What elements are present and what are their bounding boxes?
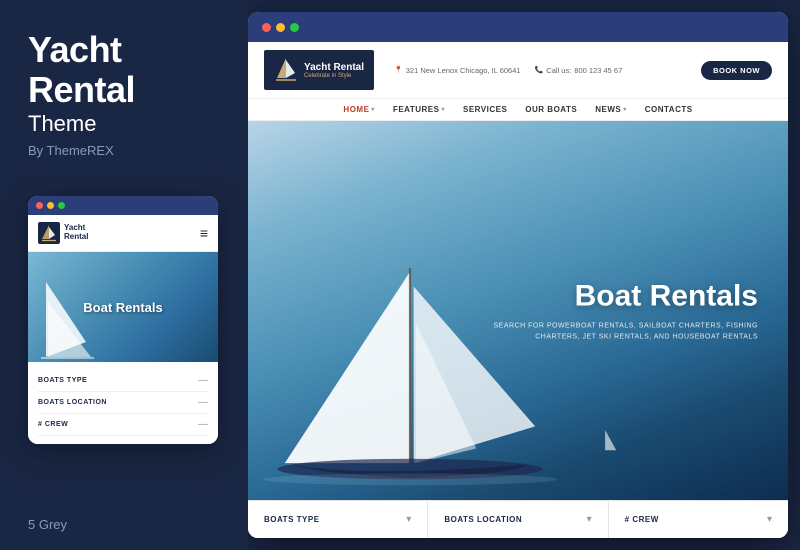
filter-boats-location[interactable]: BOATS LOCATION ▾ xyxy=(428,501,608,538)
hero-sub-text: SEARCH FOR POWERBOAT RENTALS, SAILBOAT C… xyxy=(494,320,759,342)
desktop-browser-bar xyxy=(248,12,788,42)
filter-label-crew: # CREW xyxy=(38,421,68,428)
filter-boats-location-label: BOATS LOCATION xyxy=(444,515,522,524)
site-logo-svg xyxy=(274,56,298,84)
filter-boats-location-icon: ▾ xyxy=(587,514,592,525)
nav-item-features[interactable]: FEATURES ▾ xyxy=(393,105,445,114)
filter-crew[interactable]: # CREW ▾ xyxy=(609,501,788,538)
nav-item-services[interactable]: SERVICES xyxy=(463,105,507,114)
site-hero: Boat Rentals SEARCH FOR POWERBOAT RENTAL… xyxy=(248,121,788,500)
location-icon: 📍 xyxy=(394,66,403,74)
nav-arrow-features: ▾ xyxy=(441,106,445,113)
mobile-browser-bar xyxy=(28,196,218,215)
filter-label-boats-type: BOATS TYPE xyxy=(38,377,87,384)
nav-arrow-home: ▾ xyxy=(371,106,375,113)
mobile-logo: YachtRental xyxy=(38,222,88,244)
desktop-dot-green xyxy=(290,23,299,32)
mobile-dot-green xyxy=(58,202,65,209)
nav-arrow-news: ▾ xyxy=(623,106,627,113)
contact-address: 📍 321 New Lenox Chicago, IL 60641 xyxy=(394,66,521,75)
desktop-dot-red xyxy=(262,23,271,32)
site-logo-text: Yacht Rental Celebrate in Style xyxy=(304,62,364,79)
mobile-logo-icon xyxy=(38,222,60,244)
right-panel: Yacht Rental Celebrate in Style 📍 321 Ne… xyxy=(248,12,788,538)
bottom-label: 5 Grey xyxy=(28,517,67,532)
mobile-content: YachtRental ≡ Boat Rentals BOATS TYPE — xyxy=(28,215,218,444)
filter-boats-type[interactable]: BOATS TYPE ▾ xyxy=(248,501,428,538)
desktop-dot-yellow xyxy=(276,23,285,32)
filter-toggle-icon-3: — xyxy=(198,419,208,430)
desktop-content: Yacht Rental Celebrate in Style 📍 321 Ne… xyxy=(248,42,788,538)
phone-icon: 📞 xyxy=(535,66,544,74)
mobile-boat-svg xyxy=(36,272,96,362)
filter-crew-icon: ▾ xyxy=(767,514,772,525)
filter-toggle-icon: — xyxy=(198,375,208,386)
mobile-dot-red xyxy=(36,202,43,209)
nav-item-contacts[interactable]: CONTACTS xyxy=(645,105,693,114)
mobile-filter-crew[interactable]: # CREW — xyxy=(38,414,208,436)
filter-boats-type-label: BOATS TYPE xyxy=(264,515,320,524)
filter-toggle-icon-2: — xyxy=(198,397,208,408)
filter-crew-label: # CREW xyxy=(625,515,659,524)
main-title: YachtRental xyxy=(28,30,220,109)
mobile-logo-text: YachtRental xyxy=(64,224,88,242)
mobile-dot-yellow xyxy=(47,202,54,209)
filter-label-location: BOATS LOCATION xyxy=(38,399,107,406)
mobile-hero-text: Boat Rentals xyxy=(83,300,162,315)
hero-main-title: Boat Rentals xyxy=(494,279,759,312)
nav-item-home[interactable]: HOME ▾ xyxy=(343,105,375,114)
contact-phone: 📞 Call us: 800 123 45 67 xyxy=(535,66,623,75)
nav-item-our-boats[interactable]: OUR BOATS xyxy=(525,105,577,114)
mobile-filter-boats-type[interactable]: BOATS TYPE — xyxy=(38,370,208,392)
mobile-mockup: YachtRental ≡ Boat Rentals BOATS TYPE — xyxy=(28,196,218,444)
site-filter-bar: BOATS TYPE ▾ BOATS LOCATION ▾ # CREW ▾ xyxy=(248,500,788,538)
sub-title: Theme xyxy=(28,111,220,137)
hamburger-icon[interactable]: ≡ xyxy=(200,225,208,241)
filter-boats-type-icon: ▾ xyxy=(406,514,411,525)
mobile-nav: YachtRental ≡ xyxy=(28,215,218,252)
mobile-filter-location[interactable]: BOATS LOCATION — xyxy=(38,392,208,414)
by-line: By ThemeREX xyxy=(28,143,220,158)
mobile-hero: Boat Rentals xyxy=(28,252,218,362)
book-now-button[interactable]: BOOK NOW xyxy=(701,61,772,80)
left-panel: YachtRental Theme By ThemeREX Yacht xyxy=(0,0,248,550)
site-nav: HOME ▾ FEATURES ▾ SERVICES OUR BOATS NEW… xyxy=(248,99,788,121)
site-logo-box: Yacht Rental Celebrate in Style xyxy=(264,50,374,90)
nav-item-news[interactable]: NEWS ▾ xyxy=(595,105,627,114)
title-block: YachtRental Theme By ThemeREX xyxy=(28,30,220,158)
site-contact-info: 📍 321 New Lenox Chicago, IL 60641 📞 Call… xyxy=(394,66,689,75)
hero-text-block: Boat Rentals SEARCH FOR POWERBOAT RENTAL… xyxy=(494,279,759,342)
mobile-filters: BOATS TYPE — BOATS LOCATION — # CREW — xyxy=(28,362,218,444)
site-top-bar: Yacht Rental Celebrate in Style 📍 321 Ne… xyxy=(248,42,788,99)
